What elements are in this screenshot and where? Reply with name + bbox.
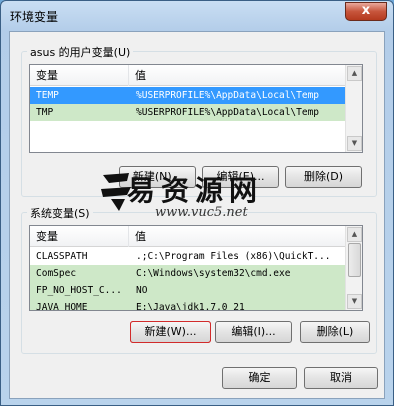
scroll-down-icon[interactable]: ▼ (347, 294, 362, 309)
variable-name: FP_NO_HOST_C... (36, 285, 122, 296)
system-variables-list[interactable]: 变量 值 CLASSPATH .;C:\Program Files (x86)\… (29, 225, 363, 311)
table-row[interactable]: TEMP %USERPROFILE%\AppData\Local\Temp (30, 87, 345, 104)
variable-name: CLASSPATH (36, 251, 88, 262)
vertical-scrollbar[interactable]: ▲ ▼ (345, 226, 362, 310)
variable-value: %USERPROFILE%\AppData\Local\Temp (136, 107, 320, 118)
vertical-scrollbar[interactable]: ▲ ▼ (345, 65, 362, 152)
system-edit-button[interactable]: 编辑(I)... (215, 321, 292, 343)
variable-value: %USERPROFILE%\AppData\Local\Temp (136, 90, 320, 101)
list-header: 变量 值 (30, 65, 349, 86)
variable-name: JAVA_HOME (36, 302, 88, 311)
table-row[interactable]: CLASSPATH .;C:\Program Files (x86)\Quick… (30, 248, 345, 265)
system-variables-group: 系统变量(S) 变量 值 CLASSPATH .;C:\Program File… (21, 205, 377, 354)
window-title: 环境变量 (10, 10, 59, 24)
scroll-thumb[interactable] (348, 243, 361, 277)
user-variables-group: asus 的用户变量(U) 变量 值 TEMP %USERPROFILE%\Ap… (21, 44, 377, 197)
table-row[interactable]: FP_NO_HOST_C... NO (30, 282, 345, 299)
user-delete-button[interactable]: 删除(D) (285, 166, 362, 188)
system-new-button[interactable]: 新建(W)... (130, 321, 211, 343)
ok-button[interactable]: 确定 (222, 367, 297, 389)
variable-value: NO (136, 285, 148, 296)
variable-value: C:\Windows\system32\cmd.exe (136, 268, 291, 279)
user-variables-list[interactable]: 变量 值 TEMP %USERPROFILE%\AppData\Local\Te… (29, 64, 363, 153)
column-header-variable[interactable]: 变量 (30, 226, 129, 247)
cancel-button[interactable]: 取消 (304, 367, 378, 389)
column-header-value[interactable]: 值 (129, 65, 349, 86)
column-header-variable[interactable]: 变量 (30, 65, 129, 86)
variable-name: ComSpec (36, 268, 77, 279)
list-header: 变量 值 (30, 226, 349, 247)
close-button[interactable]: x (345, 2, 387, 21)
variable-name: TMP (36, 107, 54, 118)
table-row[interactable]: ComSpec C:\Windows\system32\cmd.exe (30, 265, 345, 282)
system-delete-button[interactable]: 删除(L) (300, 321, 370, 343)
scroll-down-icon[interactable]: ▼ (347, 136, 362, 151)
user-edit-button[interactable]: 编辑(E)... (202, 166, 279, 188)
user-variables-label: asus 的用户变量(U) (27, 44, 134, 60)
close-icon: x (361, 3, 371, 18)
scroll-up-icon[interactable]: ▲ (347, 227, 362, 242)
user-new-button[interactable]: 新建(N)... (119, 166, 196, 188)
table-row[interactable]: JAVA_HOME E:\Java\jdk1.7.0_21 (30, 299, 345, 311)
environment-variables-dialog: 环境变量 x asus 的用户变量(U) 变量 值 TEMP %USERPROF… (0, 0, 394, 406)
column-header-value[interactable]: 值 (129, 226, 349, 247)
table-row[interactable]: TMP %USERPROFILE%\AppData\Local\Temp (30, 104, 345, 121)
scroll-up-icon[interactable]: ▲ (347, 66, 362, 81)
variable-name: TEMP (36, 90, 59, 101)
variable-value: E:\Java\jdk1.7.0_21 (136, 302, 245, 311)
system-variables-label: 系统变量(S) (27, 205, 93, 221)
variable-value: .;C:\Program Files (x86)\QuickT... (136, 251, 331, 262)
dialog-body: asus 的用户变量(U) 变量 值 TEMP %USERPROFILE%\Ap… (9, 31, 385, 399)
title-bar[interactable]: 环境变量 x (1, 1, 393, 31)
